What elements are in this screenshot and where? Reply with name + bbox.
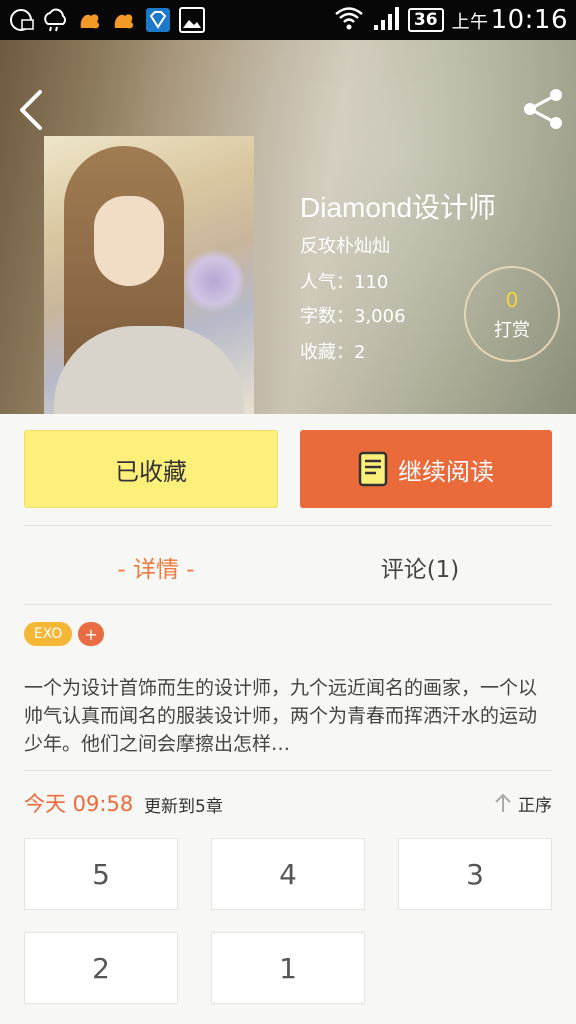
tag-exo[interactable]: EXO (24, 622, 72, 646)
arrow-up-icon (495, 793, 511, 812)
chapter-button[interactable]: 3 (398, 838, 552, 910)
clock-period: 上午 (451, 12, 489, 33)
continue-reading-button[interactable]: 继续阅读 (300, 430, 552, 508)
sort-order-button[interactable]: 正序 (494, 788, 552, 818)
book-author[interactable]: 反攻朴灿灿 (300, 232, 390, 258)
book-header: Diamond设计师 反攻朴灿灿 人气：110 字数：3,006 收藏：2 0 … (0, 40, 576, 414)
add-tag-button[interactable]: + (78, 622, 104, 646)
uc-browser-icon (110, 7, 138, 33)
battery-level: 36 (407, 8, 444, 32)
book-description[interactable]: 一个为设计首饰而生的设计师，九个远近闻名的画家，一个以帅气认真而闻名的服装设计师… (24, 674, 554, 758)
status-icons (8, 6, 206, 34)
share-button[interactable] (520, 86, 566, 132)
divider (24, 525, 552, 526)
book-icon (358, 451, 388, 487)
diamond-app-icon (144, 7, 172, 33)
weather-icon (42, 7, 70, 33)
divider (24, 770, 552, 771)
book-title: Diamond设计师 (300, 192, 497, 223)
uc-browser-icon (76, 7, 104, 33)
clock: 上午10:16 (452, 5, 568, 35)
update-time: 今天 09:58 (24, 792, 134, 816)
clock-time: 10:16 (490, 5, 568, 35)
tab-details[interactable]: - 详情 - (24, 540, 288, 594)
book-word-count: 字数：3,006 (300, 306, 406, 327)
tab-comments[interactable]: 评论(1) (288, 540, 552, 594)
chevron-left-icon (20, 90, 42, 130)
tip-label: 打赏 (494, 320, 530, 341)
update-text: 更新到5章 (144, 797, 223, 817)
notification-icon (8, 7, 36, 33)
signal-icon (372, 5, 400, 35)
status-right: 36 上午10:16 (334, 4, 568, 36)
chapter-button[interactable]: 2 (24, 932, 178, 1004)
book-cover[interactable] (44, 136, 254, 414)
tip-count: 0 (505, 288, 519, 312)
image-icon (178, 7, 206, 33)
tip-button[interactable]: 0 打赏 (464, 266, 560, 362)
back-button[interactable] (14, 88, 50, 132)
share-icon (524, 89, 562, 129)
chapter-button[interactable]: 5 (24, 838, 178, 910)
status-bar: 36 上午10:16 (0, 0, 576, 40)
sort-label: 正序 (518, 795, 552, 816)
divider (24, 604, 552, 605)
wifi-icon (334, 5, 364, 35)
favorite-label: 已收藏 (115, 457, 187, 486)
book-popularity: 人气：110 (300, 272, 389, 293)
continue-reading-label: 继续阅读 (398, 457, 494, 486)
chapter-button[interactable]: 1 (211, 932, 365, 1004)
favorite-button[interactable]: 已收藏 (24, 430, 278, 508)
chapter-button[interactable]: 4 (211, 838, 365, 910)
book-favorites: 收藏：2 (300, 342, 366, 363)
